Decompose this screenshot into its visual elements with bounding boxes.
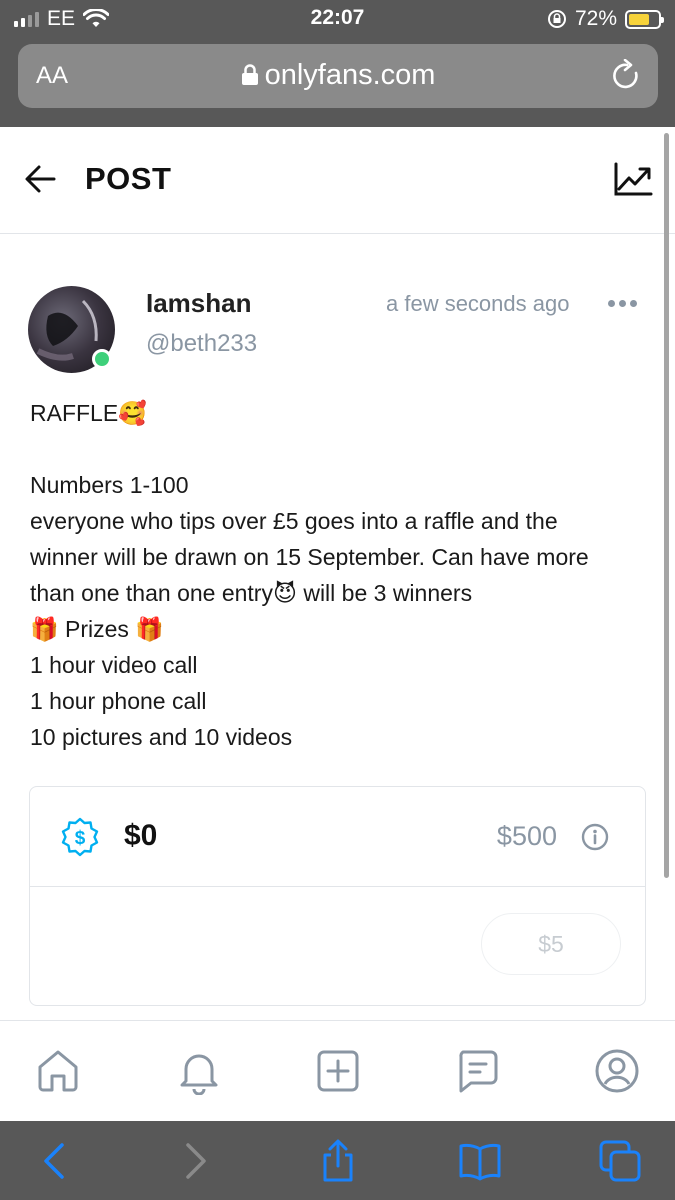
forward-icon[interactable] — [172, 1139, 216, 1183]
back-icon[interactable] — [34, 1139, 78, 1183]
post-line-break — [30, 431, 650, 467]
svg-text:$: $ — [75, 828, 86, 849]
send-tip-button[interactable]: $5 — [481, 913, 621, 975]
post-line: everyone who tips over £5 goes into a ra… — [30, 508, 558, 534]
address-bar[interactable]: AA onlyfans.com — [18, 44, 658, 108]
online-status-dot — [92, 349, 112, 369]
tip-current-amount: $0 — [124, 819, 158, 852]
tabs-icon[interactable] — [598, 1139, 642, 1183]
lock-icon — [241, 64, 258, 85]
more-horizontal-icon[interactable] — [608, 300, 637, 307]
bottom-nav — [0, 1020, 675, 1121]
safari-toolbar — [0, 1121, 675, 1200]
battery-fill — [629, 13, 650, 25]
post-line: 🎁 Prizes 🎁 — [30, 616, 164, 642]
url-display[interactable]: onlyfans.com — [18, 59, 658, 92]
plus-square-icon[interactable] — [314, 1047, 362, 1095]
status-bar: EE 22:07 72% — [0, 0, 675, 38]
bell-icon[interactable] — [175, 1047, 223, 1095]
post-line: 10 pictures and 10 videos — [30, 724, 293, 750]
post-line: 1 hour phone call — [30, 688, 207, 714]
post-line: winner will be drawn on 15 September. Ca… — [30, 544, 589, 570]
page-scrollbar[interactable] — [664, 133, 669, 878]
tip-goal-summary: $ $0 $500 — [30, 787, 645, 887]
home-icon[interactable] — [34, 1047, 82, 1095]
battery-icon — [625, 9, 664, 29]
info-icon[interactable] — [581, 823, 609, 851]
post-text: RAFFLE🥰 Numbers 1-100 everyone who tips … — [30, 395, 650, 755]
reload-icon[interactable] — [612, 59, 642, 93]
post-timestamp: a few seconds ago — [386, 291, 570, 316]
share-icon[interactable] — [316, 1139, 360, 1183]
bookmarks-icon[interactable] — [458, 1139, 502, 1183]
trending-up-icon[interactable] — [613, 161, 653, 197]
url-text: onlyfans.com — [264, 59, 436, 91]
post-line: than one than one entry😈 will be 3 winne… — [30, 580, 473, 606]
browser-chrome: EE 22:07 72% AA onlyfans.com — [0, 0, 675, 127]
author-handle[interactable]: @beth233 — [146, 330, 257, 358]
tip-goal-amount: $500 — [496, 821, 557, 851]
post-header: POST — [0, 127, 675, 234]
profile-icon[interactable] — [593, 1047, 641, 1095]
message-icon[interactable] — [453, 1047, 501, 1095]
author-name[interactable]: Iamshan — [146, 288, 252, 319]
post-line: RAFFLE🥰 — [30, 400, 147, 426]
dollar-badge-icon: $ — [61, 817, 99, 857]
post-line: Numbers 1-100 — [30, 472, 189, 498]
arrow-left-icon[interactable] — [24, 163, 58, 195]
battery-label: 72% — [574, 7, 617, 30]
post-line: 1 hour video call — [30, 652, 198, 678]
rotation-lock-icon — [547, 10, 566, 28]
status-right: 72% — [547, 7, 664, 31]
page-title: POST — [85, 161, 172, 196]
tip-goal-card: $ $0 $500 $5 — [29, 786, 646, 1006]
